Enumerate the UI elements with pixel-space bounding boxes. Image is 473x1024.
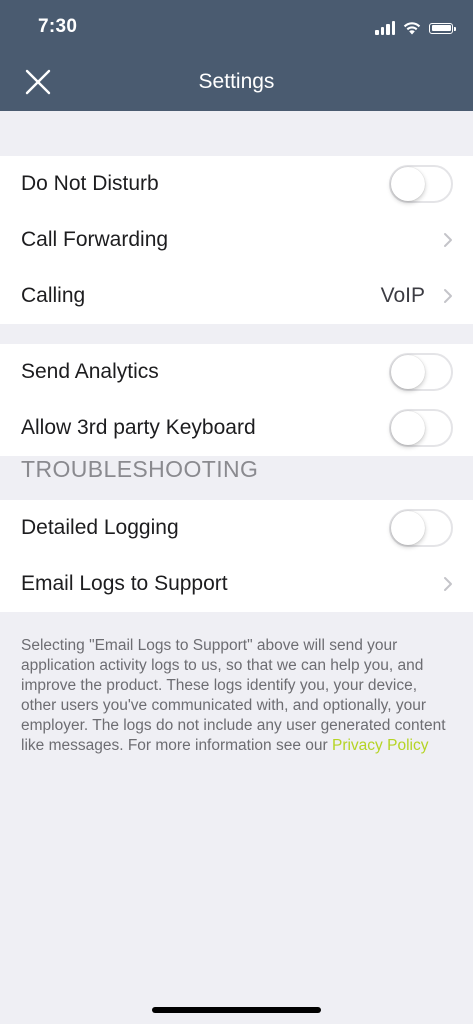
status-time: 7:30	[38, 16, 78, 37]
home-indicator[interactable]	[152, 1007, 321, 1013]
row-call-forwarding[interactable]: Call Forwarding	[0, 212, 473, 268]
third-party-keyboard-toggle[interactable]	[389, 409, 453, 447]
logs-disclaimer: Selecting "Email Logs to Support" above …	[21, 636, 451, 756]
privacy-policy-link[interactable]: Privacy Policy	[332, 737, 428, 754]
toggle-knob	[391, 411, 425, 445]
third-party-keyboard-label: Allow 3rd party Keyboard	[21, 416, 256, 439]
chevron-right-icon	[444, 233, 452, 247]
detailed-logging-label: Detailed Logging	[21, 516, 179, 539]
call-forwarding-label: Call Forwarding	[21, 228, 169, 251]
toggle-knob	[391, 167, 425, 201]
row-detailed-logging: Detailed Logging	[0, 500, 473, 556]
toggle-knob	[391, 511, 425, 545]
row-calling[interactable]: Calling VoIP	[0, 268, 473, 324]
row-send-analytics: Send Analytics	[0, 344, 473, 400]
row-third-party-keyboard: Allow 3rd party Keyboard	[0, 400, 473, 456]
status-icons	[375, 18, 456, 38]
send-analytics-label: Send Analytics	[21, 360, 159, 383]
do-not-disturb-toggle[interactable]	[389, 165, 453, 203]
chevron-right-icon	[444, 577, 452, 591]
battery-icon	[429, 22, 456, 34]
navigation-bar: 7:30 Settings	[0, 0, 473, 111]
settings-group-calls: Do Not Disturb Call Forwarding Calling V…	[0, 156, 473, 324]
email-logs-label: Email Logs to Support	[21, 572, 228, 595]
do-not-disturb-label: Do Not Disturb	[21, 172, 159, 195]
calling-label: Calling	[21, 284, 86, 307]
row-email-logs[interactable]: Email Logs to Support	[0, 556, 473, 612]
settings-group-troubleshooting: Detailed Logging Email Logs to Support	[0, 500, 473, 612]
settings-group-privacy: Send Analytics Allow 3rd party Keyboard	[0, 344, 473, 456]
wifi-icon	[403, 22, 421, 35]
cellular-signal-icon	[375, 21, 395, 35]
calling-value: VoIP	[380, 284, 425, 307]
send-analytics-toggle[interactable]	[389, 353, 453, 391]
section-header-troubleshooting: TROUBLESHOOTING	[21, 456, 259, 482]
detailed-logging-toggle[interactable]	[389, 509, 453, 547]
chevron-right-icon	[444, 289, 452, 303]
row-do-not-disturb: Do Not Disturb	[0, 156, 473, 212]
page-title: Settings	[198, 70, 275, 93]
toggle-knob	[391, 355, 425, 389]
